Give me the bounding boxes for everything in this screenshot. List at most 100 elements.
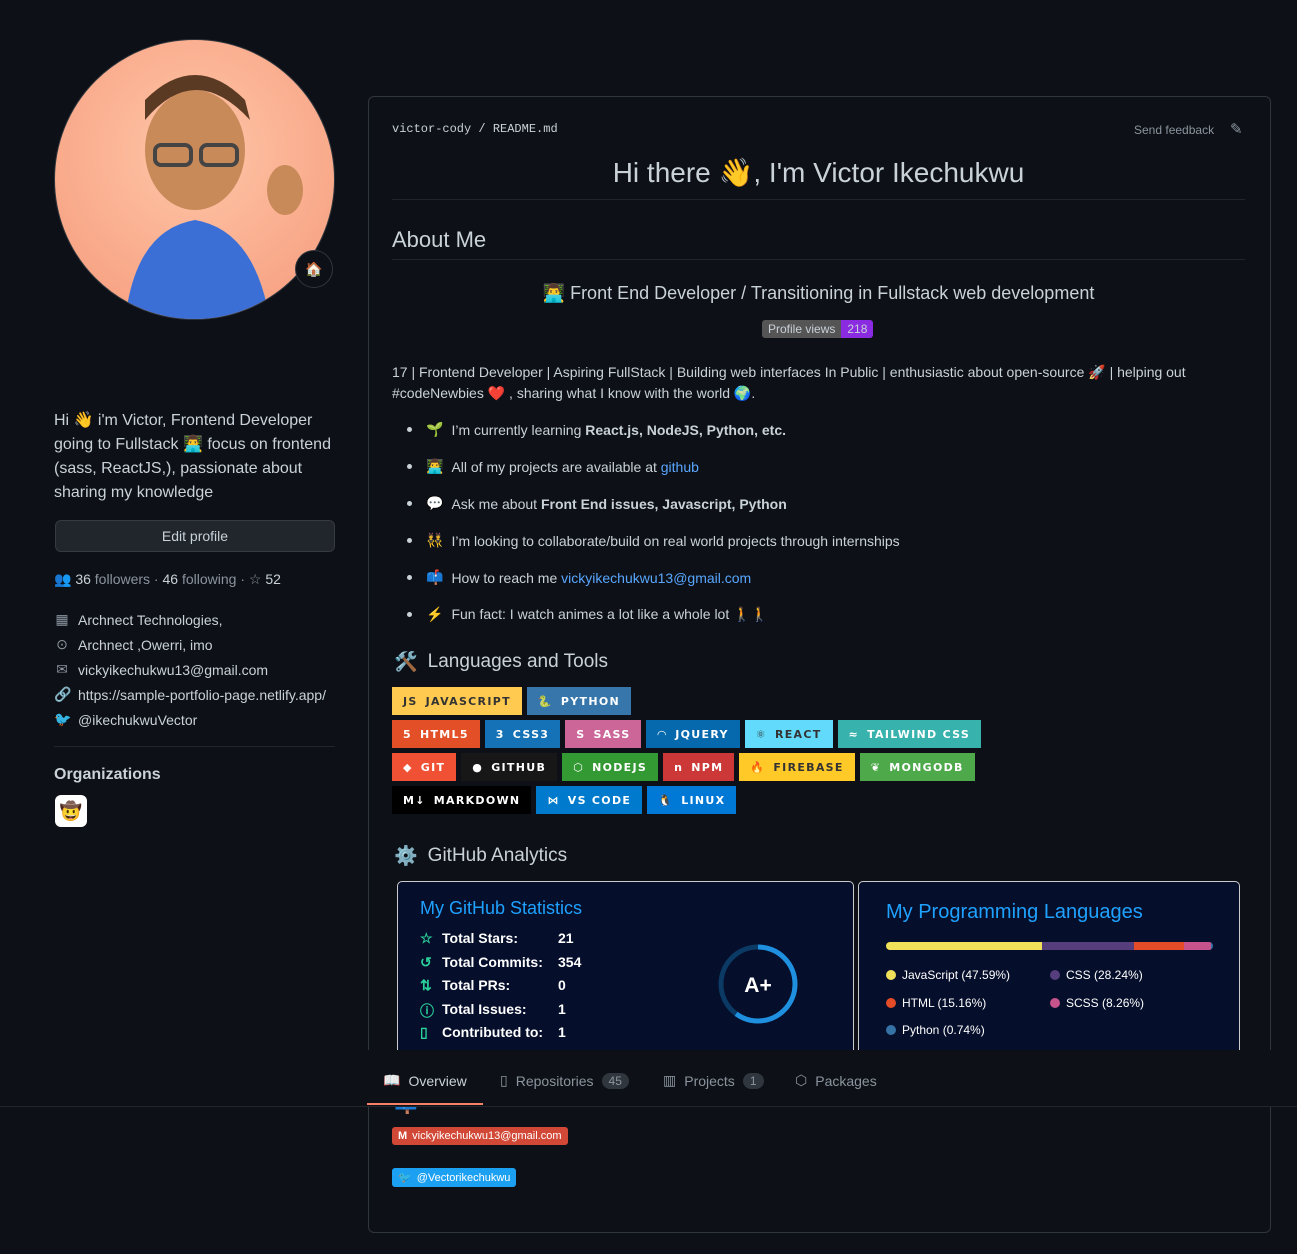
stat-row: ⓘ Total Issues: 1 — [420, 1001, 566, 1021]
tab-overview[interactable]: 📖 Overview — [383, 1072, 467, 1089]
language-dot — [1050, 970, 1060, 980]
website-link[interactable]: https://sample-portfolio-page.netlify.ap… — [78, 687, 326, 703]
badge-row: M↓ MARKDOWN ⋈ VS CODE 🐧 LINUX — [392, 786, 737, 814]
send-feedback-link[interactable]: Send feedback — [1134, 123, 1214, 137]
twitter-link[interactable]: @ikechukwuVector — [78, 712, 197, 728]
language-name: CSS (28.24%) — [1066, 968, 1143, 982]
mail-icon: ✉ — [56, 661, 68, 677]
website[interactable]: 🔗 https://sample-portfolio-page.netlify.a… — [54, 686, 326, 703]
language-dot — [886, 997, 896, 1008]
tech-icon: 🔥 — [750, 760, 766, 774]
language-segment — [1041, 942, 1134, 950]
intro-text: 17 | Frontend Developer | Aspiring FullS… — [392, 364, 1186, 401]
location: ⊙ Archnect ,Owerri, imo — [54, 636, 213, 653]
twitter[interactable]: 🐦 @ikechukwuVector — [54, 711, 197, 728]
language-segment — [1183, 942, 1211, 950]
tech-icon: 3 — [495, 727, 505, 741]
bullet-dot — [407, 575, 412, 580]
stat-label: Total Issues: — [442, 1000, 527, 1017]
language-item: HTML (15.16%) — [886, 996, 986, 1010]
readme-title: Hi there 👋, I'm Victor Ikechukwu — [392, 156, 1245, 200]
tech-icon: ⋈ — [547, 793, 560, 807]
tech-badge: 5 HTML5 — [392, 720, 480, 748]
stat-value: 1 — [558, 1024, 566, 1040]
organizations-title: Organizations — [54, 766, 161, 783]
twitter-badge[interactable]: 🐦 @Vectorikechukwu — [392, 1168, 517, 1187]
stars-count[interactable]: 52 — [265, 571, 281, 587]
email-badge-text: vickyikechukwu13@gmail.com — [412, 1130, 562, 1142]
language-name: Python (0.74%) — [902, 1023, 985, 1037]
stat-icon: ↺ — [420, 953, 432, 970]
tab-projects[interactable]: ▥ Projects 1 — [663, 1072, 764, 1089]
bullet-dot — [407, 538, 412, 543]
tech-badge: ⬡ NODEJS — [562, 753, 659, 781]
followers-count[interactable]: 36 — [75, 571, 91, 587]
stat-row: ☆ Total Stars: 21 — [420, 930, 574, 947]
twitter-icon: 🐦 — [398, 1172, 412, 1184]
views-count: 218 — [841, 320, 874, 338]
tab-label: Overview — [408, 1072, 467, 1089]
tech-icon: ◠ — [657, 727, 668, 741]
bullet-item: 👨‍💻 All of my projects are available at g… — [407, 458, 699, 475]
bullet-text: Fun fact: I watch animes a lot like a wh… — [451, 606, 768, 622]
email-badge[interactable]: Mvickyikechukwu13@gmail.com — [392, 1127, 568, 1145]
tab-label: Repositories — [515, 1072, 594, 1089]
tech-badge: S SASS — [565, 720, 642, 748]
following-count[interactable]: 46 — [163, 571, 179, 587]
owner-link[interactable]: victor-cody — [392, 122, 471, 136]
following-link[interactable]: following — [182, 571, 236, 587]
book-icon: 📖 — [383, 1072, 401, 1088]
star-icon: ☆ — [248, 571, 262, 587]
company-text: Archnect Technologies, — [78, 611, 223, 628]
file-link[interactable]: README.md — [493, 122, 558, 136]
tech-icon: ❦ — [870, 760, 882, 774]
bullet-item: ⚡ Fun fact: I watch animes a lot like a w… — [407, 606, 768, 623]
tab-label: Projects — [684, 1072, 735, 1089]
followers-link[interactable]: followers — [95, 571, 150, 587]
edit-pencil-icon[interactable]: ✎ — [1230, 120, 1243, 138]
email[interactable]: ✉ vickyikechukwu13@gmail.com — [54, 661, 268, 678]
tools-title: Languages and Tools — [427, 651, 608, 672]
bullet-bold: React.js, NodeJS, Python, etc. — [585, 421, 786, 438]
tech-icon: JS — [403, 694, 418, 708]
bullet-item: 📫 How to reach me vickyikechukwu13@gmail.… — [407, 569, 751, 586]
project-icon: ▥ — [663, 1072, 677, 1088]
stat-value: 1 — [558, 1000, 566, 1017]
bullet-link[interactable]: github — [661, 459, 699, 475]
stat-row: ↺ Total Commits: 354 — [420, 954, 581, 971]
tech-badge: ≈ TAILWIND CSS — [837, 720, 982, 748]
stat-label: Total Stars: — [442, 930, 518, 946]
tab-repositories[interactable]: ▯ Repositories 45 — [500, 1072, 629, 1089]
tech-icon: S — [576, 727, 586, 741]
tech-label: VS CODE — [567, 793, 632, 807]
people-icon: 👥 — [54, 571, 72, 587]
active-tab-indicator — [367, 1103, 483, 1105]
tech-label: FIREBASE — [773, 760, 844, 774]
language-dot — [886, 970, 896, 980]
language-segment — [1133, 942, 1184, 950]
stat-label: Total PRs: — [442, 977, 511, 993]
tools-heading: 🛠️ Languages and Tools — [394, 650, 608, 674]
organization-avatar[interactable]: 🤠 — [55, 795, 87, 827]
twitter-badge-text: @Vectorikechukwu — [416, 1171, 511, 1184]
bullet-link[interactable]: vickyikechukwu13@gmail.com — [561, 570, 751, 586]
email-link[interactable]: vickyikechukwu13@gmail.com — [78, 662, 268, 678]
stat-label: Contributed to: — [442, 1024, 544, 1040]
location-text: Archnect ,Owerri, imo — [78, 636, 213, 653]
repo-icon: ▯ — [500, 1072, 508, 1088]
language-item: Python (0.74%) — [886, 1023, 985, 1037]
profile-views-badge: Profile views 218 — [762, 320, 874, 338]
tech-badge: n NPM — [663, 753, 735, 781]
edit-profile-button[interactable]: Edit profile — [55, 520, 335, 552]
gmail-icon: M — [398, 1130, 408, 1142]
follow-stats: 👥 36 followers · 46 following · ☆ 52 — [54, 571, 281, 587]
tech-badge: 3 CSS3 — [484, 720, 561, 748]
tech-badge: ◠ JQUERY — [646, 720, 740, 748]
analytics-heading: ⚙️ GitHub Analytics — [394, 844, 567, 868]
avatar[interactable] — [54, 39, 335, 320]
language-segment — [1210, 942, 1213, 950]
tech-label: REACT — [774, 727, 822, 741]
tech-label: MARKDOWN — [433, 793, 521, 807]
status-emoji[interactable]: 🏠 — [295, 250, 333, 288]
tab-packages[interactable]: ⬡ Packages — [795, 1072, 877, 1089]
